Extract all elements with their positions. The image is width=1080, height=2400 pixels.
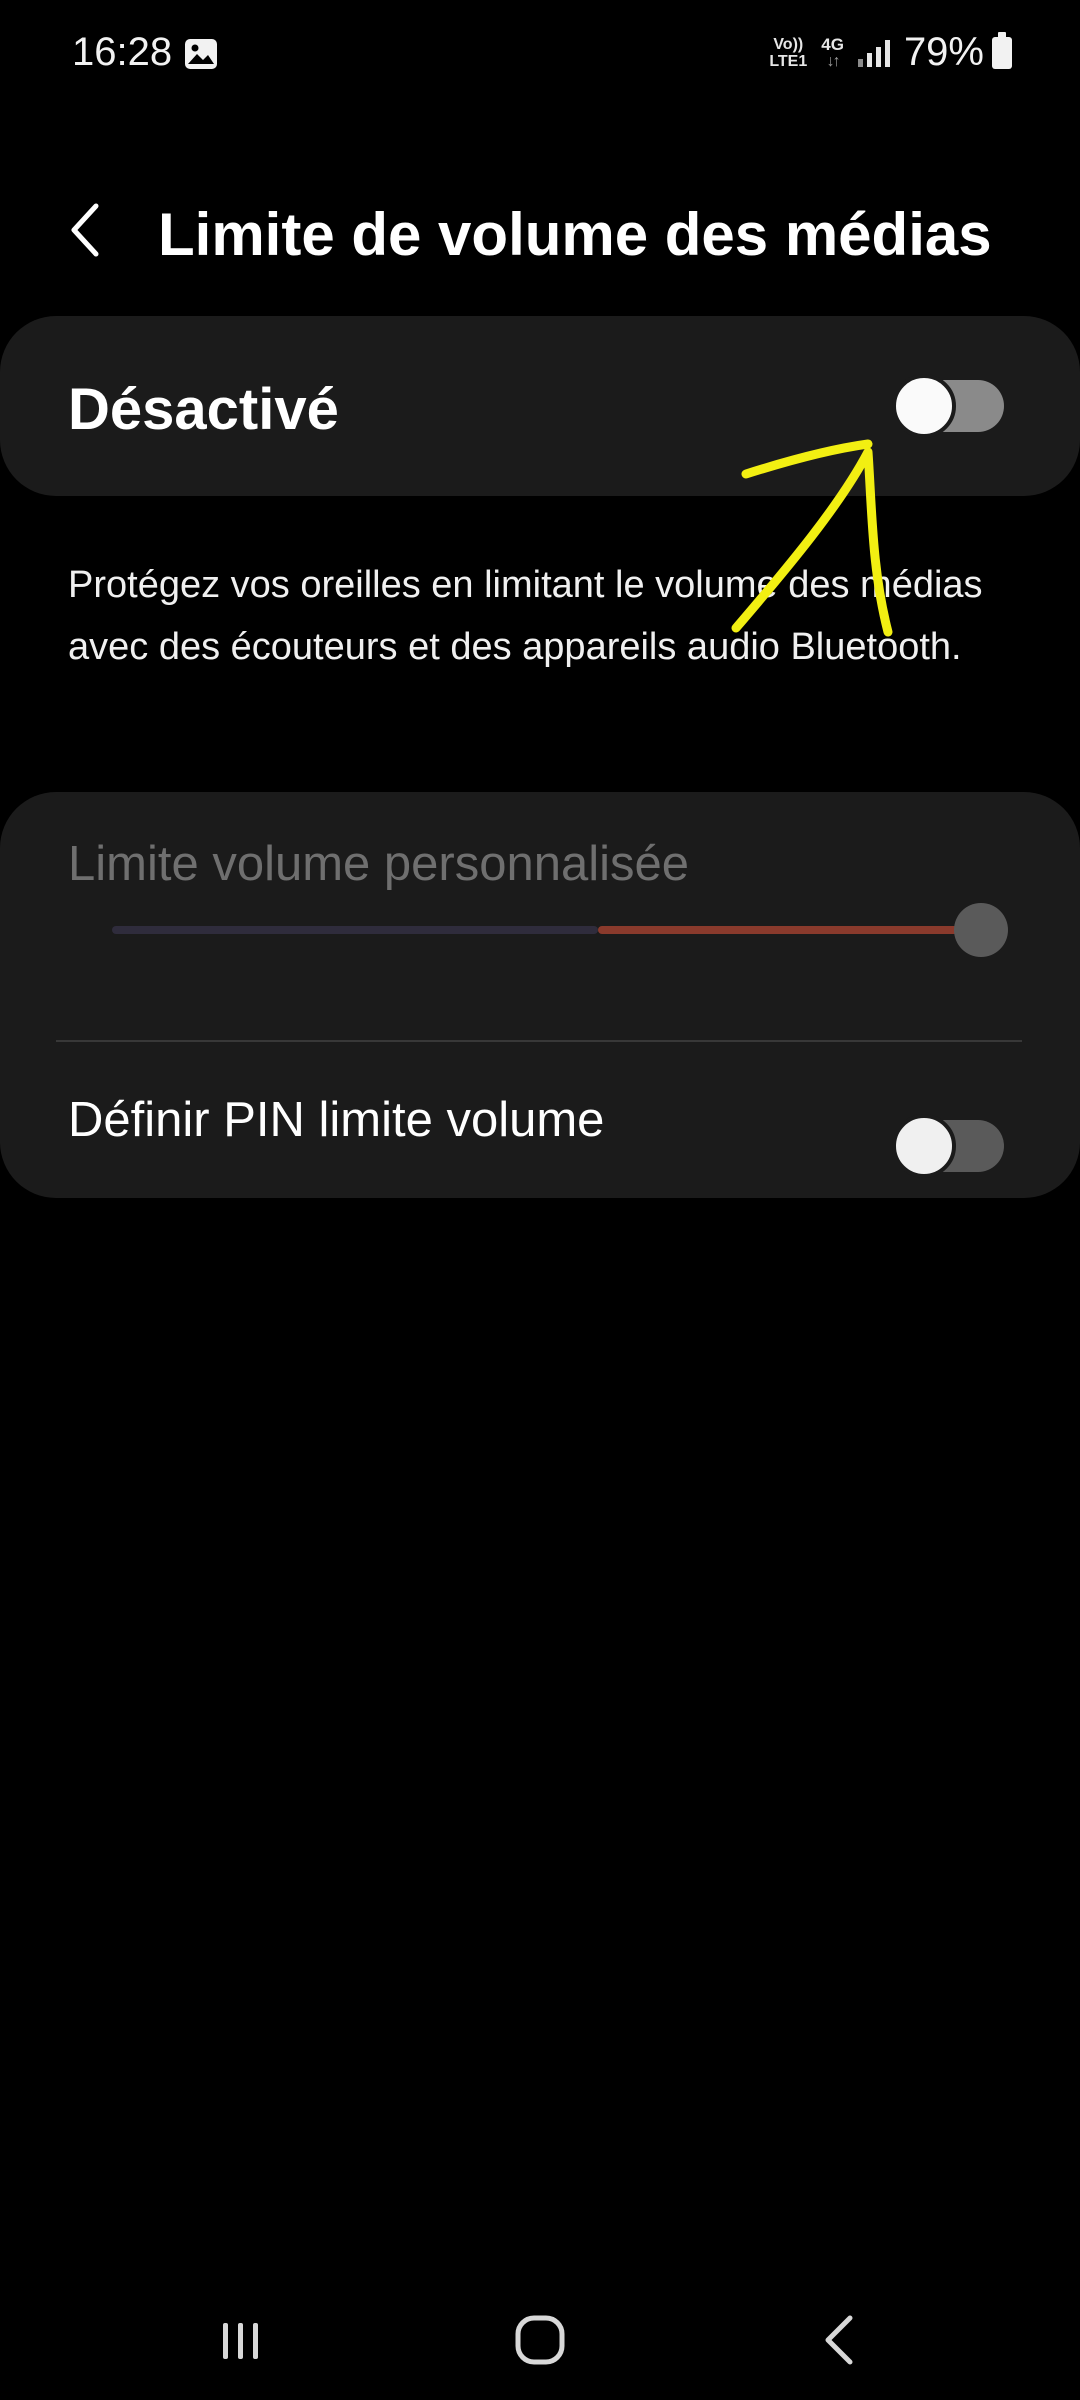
recents-icon bbox=[223, 2323, 258, 2359]
status-icons: Vo)) LTE1 4G ↓↑ 79% bbox=[769, 30, 1012, 75]
volte-line-2: LTE1 bbox=[769, 52, 808, 70]
home-icon bbox=[515, 2315, 565, 2365]
slider-thumb[interactable] bbox=[954, 903, 1008, 957]
set-pin-row[interactable]: Définir PIN limite volume bbox=[0, 1042, 1080, 1198]
page-title: Limite de volume des médias bbox=[158, 201, 992, 268]
volume-limit-slider[interactable] bbox=[112, 903, 1012, 957]
back-icon bbox=[825, 2315, 853, 2365]
custom-volume-limit-label: Limite volume personnalisée bbox=[68, 837, 689, 891]
status-bar: 16:28 Vo)) LTE1 4G ↓↑ 79% bbox=[0, 0, 1080, 110]
volte-icon: Vo)) LTE1 bbox=[769, 36, 807, 70]
battery-icon bbox=[992, 31, 1012, 69]
network-4g-icon: 4G ↓↑ bbox=[821, 36, 844, 70]
slider-rail-inactive bbox=[112, 926, 598, 934]
master-toggle-card[interactable]: Désactivé bbox=[0, 316, 1080, 496]
app-bar: Limite de volume des médias bbox=[0, 180, 1080, 280]
gallery-icon bbox=[185, 39, 217, 69]
status-time: 16:28 bbox=[72, 30, 173, 74]
home-button[interactable] bbox=[490, 2300, 590, 2380]
nav-back-button[interactable] bbox=[792, 2300, 892, 2380]
master-toggle-label: Désactivé bbox=[68, 377, 339, 442]
slider-rail-active bbox=[598, 926, 970, 934]
screen: 16:28 Vo)) LTE1 4G ↓↑ 79% Limite de volu… bbox=[0, 0, 1080, 2400]
recents-button[interactable] bbox=[190, 2300, 290, 2380]
navigation-bar bbox=[0, 2280, 1080, 2400]
volte-line-1: Vo)) bbox=[773, 35, 804, 53]
data-arrows-icon: ↓↑ bbox=[826, 52, 841, 70]
chevron-left-icon[interactable] bbox=[62, 198, 114, 262]
master-toggle-switch[interactable] bbox=[892, 374, 1004, 438]
signal-icon bbox=[857, 39, 890, 67]
description-text: Protégez vos oreilles en limitant le vol… bbox=[68, 564, 983, 668]
pin-toggle-switch[interactable] bbox=[892, 1114, 1004, 1178]
switch-knob bbox=[892, 1114, 956, 1178]
battery-percent: 79% bbox=[903, 30, 984, 74]
set-pin-label: Définir PIN limite volume bbox=[68, 1093, 605, 1147]
switch-knob bbox=[892, 374, 956, 438]
network-type: 4G bbox=[821, 34, 844, 54]
settings-card: Limite volume personnalisée Définir PIN … bbox=[0, 792, 1080, 1198]
